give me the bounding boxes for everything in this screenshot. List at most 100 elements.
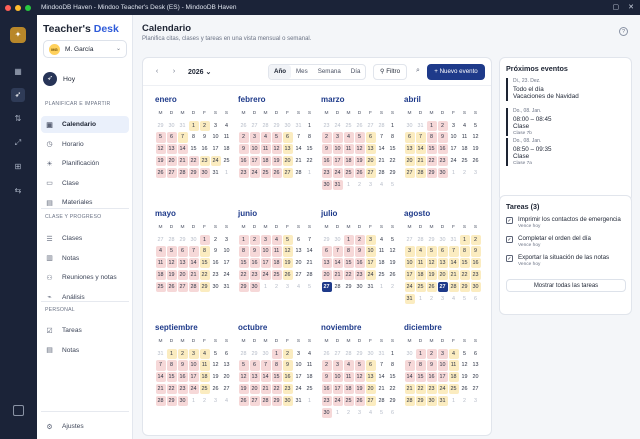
calendar-day-outside[interactable]: 29 bbox=[427, 235, 437, 245]
calendar-day-outside[interactable]: 3 bbox=[211, 396, 221, 406]
calendar-day[interactable]: 4 bbox=[343, 360, 354, 371]
calendar-day[interactable]: 27 bbox=[249, 395, 260, 406]
calendar-day[interactable]: 15 bbox=[426, 144, 437, 155]
calendar-day[interactable]: 10 bbox=[188, 360, 199, 371]
calendar-day[interactable]: 15 bbox=[271, 372, 282, 383]
calendar-day[interactable]: 14 bbox=[260, 372, 271, 383]
calendar-day[interactable]: 27 bbox=[222, 384, 232, 394]
new-event-button[interactable]: + Nuevo evento bbox=[427, 64, 485, 80]
calendar-day[interactable]: 26 bbox=[354, 395, 365, 406]
calendar-day[interactable]: 20 bbox=[404, 156, 415, 167]
calendar-day[interactable]: 28 bbox=[377, 168, 387, 178]
view-tab-3[interactable]: Día bbox=[346, 65, 366, 79]
calendar-day[interactable]: 7 bbox=[404, 360, 415, 371]
calendar-day[interactable]: 26 bbox=[238, 395, 249, 406]
calendar-day[interactable]: 7 bbox=[294, 132, 304, 142]
calendar-day[interactable]: 1 bbox=[238, 234, 249, 245]
calendar-day[interactable]: 11 bbox=[343, 372, 354, 383]
calendar-day[interactable]: 13 bbox=[437, 258, 448, 269]
calendar-day[interactable]: 23 bbox=[238, 167, 249, 178]
calendar-day[interactable]: 14 bbox=[332, 258, 343, 269]
calendar-day[interactable]: 3 bbox=[332, 132, 343, 143]
calendar-day-outside[interactable]: 6 bbox=[471, 294, 481, 304]
calendar-day[interactable]: 11 bbox=[222, 132, 232, 142]
calendar-day[interactable]: 12 bbox=[155, 144, 166, 155]
calendar-day-outside[interactable]: 26 bbox=[322, 349, 332, 359]
calendar-day[interactable]: 18 bbox=[271, 258, 282, 269]
calendar-day-outside[interactable]: 30 bbox=[405, 121, 415, 131]
calendar-day[interactable]: 15 bbox=[305, 144, 315, 154]
calendar-day[interactable]: 5 bbox=[282, 234, 293, 245]
calendar-day[interactable]: 12 bbox=[166, 258, 177, 269]
calendar-day[interactable]: 3 bbox=[188, 348, 199, 359]
calendar-day-outside[interactable]: 31 bbox=[294, 121, 304, 131]
calendar-day-outside[interactable]: 2 bbox=[344, 408, 354, 418]
collapse-sidebar-button[interactable] bbox=[13, 405, 24, 416]
calendar-day[interactable]: 7 bbox=[332, 246, 343, 257]
calendar-day[interactable]: 25 bbox=[448, 384, 459, 395]
calendar-day[interactable]: 8 bbox=[426, 132, 437, 143]
calendar-day[interactable]: 11 bbox=[448, 360, 459, 371]
calendar-day[interactable]: 11 bbox=[271, 246, 282, 257]
calendar-day[interactable]: 31 bbox=[437, 395, 448, 406]
calendar-day[interactable]: 4 bbox=[448, 348, 459, 359]
calendar-day[interactable]: 25 bbox=[377, 270, 387, 280]
calendar-day[interactable]: 28 bbox=[415, 167, 426, 178]
calendar-day[interactable]: 26 bbox=[460, 384, 470, 394]
calendar-day[interactable]: 2 bbox=[354, 234, 365, 245]
calendar-day[interactable]: 20 bbox=[437, 270, 448, 281]
calendar-day[interactable]: 22 bbox=[238, 270, 249, 281]
calendar-day[interactable]: 4 bbox=[377, 235, 387, 245]
calendar-day[interactable]: 26 bbox=[354, 167, 365, 178]
calendar-day[interactable]: 1 bbox=[415, 348, 426, 359]
calendar-day[interactable]: 16 bbox=[437, 144, 448, 155]
calendar-day[interactable]: 30 bbox=[355, 282, 365, 292]
calendar-day[interactable]: 14 bbox=[294, 144, 304, 154]
minimize-window-button[interactable] bbox=[15, 4, 21, 11]
calendar-day-outside[interactable]: 31 bbox=[416, 121, 426, 131]
calendar-day[interactable]: 20 bbox=[177, 270, 188, 281]
calendar-day[interactable]: 13 bbox=[321, 258, 332, 269]
calendar-day-outside[interactable]: 4 bbox=[222, 396, 232, 406]
search-icon[interactable]: ⌕ bbox=[416, 67, 420, 75]
calendar-day[interactable]: 24 bbox=[332, 395, 343, 406]
calendar-day[interactable]: 25 bbox=[260, 167, 271, 178]
calendar-day[interactable]: 11 bbox=[343, 144, 354, 155]
calendar-day[interactable]: 9 bbox=[470, 246, 481, 257]
calendar-day-outside[interactable]: 31 bbox=[178, 121, 188, 131]
calendar-day[interactable]: 17 bbox=[260, 258, 271, 269]
calendar-day[interactable]: 30 bbox=[426, 395, 437, 406]
calendar-day[interactable]: 27 bbox=[282, 167, 293, 178]
calendar-day[interactable]: 1 bbox=[188, 120, 199, 131]
calendar-day[interactable]: 1 bbox=[388, 121, 398, 131]
view-tab-1[interactable]: Mes bbox=[291, 65, 313, 79]
calendar-day[interactable]: 18 bbox=[343, 384, 354, 395]
event-item[interactable]: Do., 08. Jan. 08:00 – 08:45 Clase Clase 7b bbox=[506, 108, 624, 136]
calendar-day[interactable]: 20 bbox=[249, 384, 260, 395]
calendar-day[interactable]: 5 bbox=[471, 121, 481, 131]
calendar-day[interactable]: 8 bbox=[343, 246, 354, 257]
calendar-day[interactable]: 24 bbox=[222, 270, 232, 280]
calendar-day[interactable]: 9 bbox=[426, 360, 437, 371]
calendar-day[interactable]: 14 bbox=[188, 258, 199, 269]
calendar-day-outside[interactable]: 31 bbox=[377, 349, 387, 359]
calendar-day[interactable]: 16 bbox=[177, 372, 188, 383]
calendar-day-outside[interactable]: 3 bbox=[355, 408, 365, 418]
calendar-day[interactable]: 1 bbox=[426, 120, 437, 131]
calendar-day[interactable]: 30 bbox=[282, 395, 293, 406]
calendar-day[interactable]: 27 bbox=[321, 281, 332, 292]
calendar-day[interactable]: 18 bbox=[260, 156, 271, 167]
calendar-day[interactable]: 25 bbox=[343, 395, 354, 406]
calendar-day[interactable]: 16 bbox=[321, 384, 332, 395]
calendar-day[interactable]: 3 bbox=[332, 360, 343, 371]
calendar-day[interactable]: 18 bbox=[415, 270, 426, 281]
calendar-day[interactable]: 16 bbox=[282, 372, 293, 383]
calendar-day[interactable]: 5 bbox=[271, 132, 282, 143]
calendar-day[interactable]: 2 bbox=[282, 348, 293, 359]
calendar-day[interactable]: 16 bbox=[470, 258, 481, 269]
calendar-day[interactable]: 11 bbox=[155, 258, 166, 269]
calendar-day[interactable]: 21 bbox=[305, 258, 315, 268]
calendar-day-outside[interactable]: 28 bbox=[344, 349, 354, 359]
calendar-day[interactable]: 4 bbox=[415, 246, 426, 257]
calendar-day[interactable]: 17 bbox=[222, 258, 232, 268]
